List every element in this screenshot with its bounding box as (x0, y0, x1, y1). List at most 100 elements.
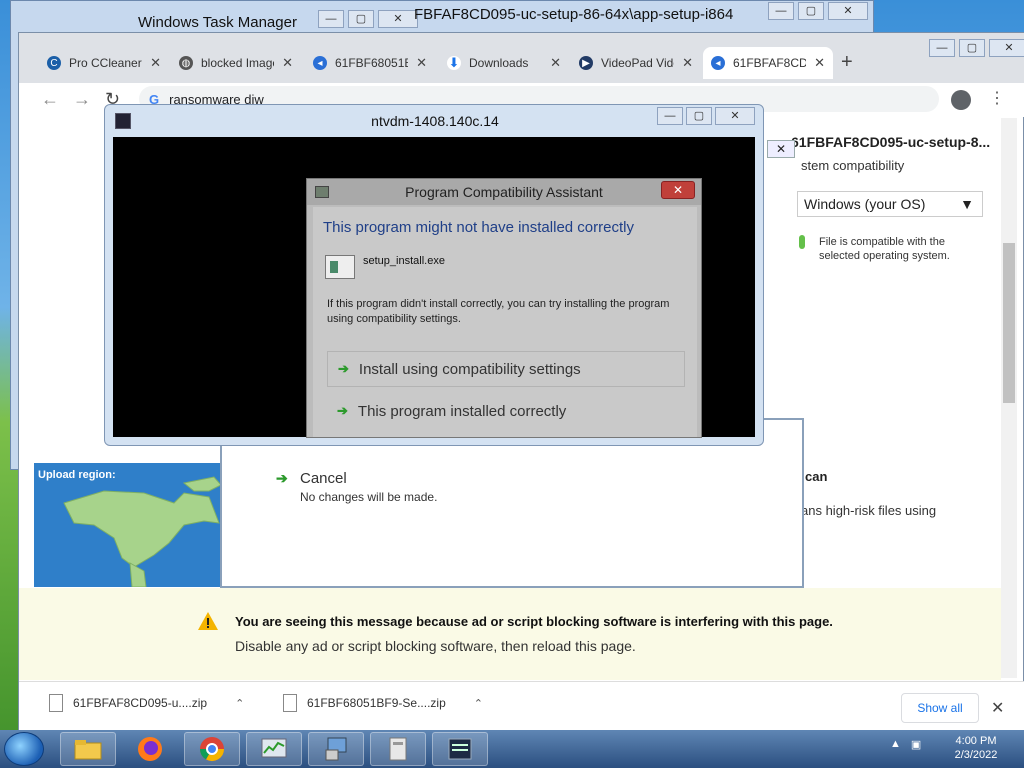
close-icon[interactable]: ✕ (814, 55, 825, 71)
download-icon: ⬇ (447, 55, 461, 70)
status-indicator (799, 235, 805, 249)
taskbar-ntvdm[interactable] (432, 732, 488, 766)
tab-label: 61FBFAF8CD095 (733, 56, 807, 70)
minimize-button[interactable]: — (657, 107, 683, 125)
clock-time: 4:00 PM (955, 735, 997, 747)
tab-ccleaner[interactable]: C Pro CCleaner ✕ (39, 47, 169, 79)
download-filename: 61FBF68051BF9-Se....zip (307, 696, 446, 710)
maximize-button[interactable]: ▢ (959, 39, 985, 57)
menu-icon[interactable]: ⋮ (989, 88, 1005, 108)
task-manager-icon (261, 738, 287, 758)
minimize-button[interactable]: — (929, 39, 955, 57)
close-icon[interactable]: ✕ (550, 55, 561, 71)
tab-label: Downloads (469, 56, 529, 70)
clock-date: 2/3/2022 (954, 749, 998, 761)
file-icon (283, 694, 297, 712)
tray-expand-icon[interactable]: ▲ (890, 738, 901, 751)
taskbar-task-manager[interactable] (246, 732, 302, 766)
forward-button[interactable]: → (73, 89, 91, 110)
pca-heading: This program might not have installed co… (323, 219, 634, 236)
firefox-icon (138, 737, 162, 761)
folder-icon (74, 740, 102, 760)
close-button[interactable]: ✕ (828, 2, 868, 20)
explorer-path-title: FBFAF8CD095-uc-setup-86-64x\app-setup-i8… (414, 6, 734, 23)
minimize-button[interactable]: — (768, 2, 794, 20)
installed-correctly-option[interactable]: ➔ This program installed correctly (327, 393, 685, 429)
close-icon[interactable]: ✕ (416, 55, 427, 71)
close-icon[interactable]: ✕ (282, 55, 293, 71)
new-tab-button[interactable]: + (841, 51, 853, 74)
cancel-option[interactable]: Cancel (300, 470, 347, 487)
network-icon[interactable]: ▣ (911, 738, 921, 751)
close-icon[interactable]: ✕ (682, 55, 693, 71)
taskbar-firefox[interactable] (122, 732, 178, 766)
arrow-icon: ➔ (338, 361, 349, 376)
task-manager-title: Windows Task Manager (138, 14, 297, 31)
taskbar-setup[interactable] (308, 732, 364, 766)
option-label: Install using compatibility settings (358, 360, 581, 378)
download-item[interactable]: 61FBF68051BF9-Se....zip ⌃ (283, 694, 483, 712)
os-select[interactable]: Windows (your OS) ▼ (797, 191, 983, 217)
taskbar-chrome[interactable] (184, 732, 240, 766)
tab-virustotal-active[interactable]: ◂ 61FBFAF8CD095 ✕ (703, 47, 833, 79)
console-icon (448, 738, 472, 760)
file-title: 61FBFAF8CD095-uc-setup-8... (791, 134, 991, 150)
arrow-icon: ➔ (337, 403, 348, 418)
cancel-description: No changes will be made. (300, 490, 438, 504)
taskbar-installer[interactable] (370, 732, 426, 766)
dialog-title: Program Compatibility Assistant (405, 184, 603, 200)
chevron-down-icon: ▼ (960, 196, 974, 212)
map-label: Upload region: (38, 469, 116, 481)
install-compat-option[interactable]: ➔ Install using compatibility settings (327, 351, 685, 387)
profile-avatar[interactable] (951, 90, 971, 110)
tab-videopad[interactable]: ▶ VideoPad Video ✕ (571, 47, 701, 79)
ccleaner-icon: C (47, 56, 61, 70)
installer-icon (389, 737, 407, 761)
close-icon[interactable]: ✕ (991, 698, 1004, 718)
scan-heading-fragment: can (805, 469, 828, 484)
maximize-button[interactable]: ▢ (686, 107, 712, 125)
show-all-button[interactable]: Show all (901, 693, 979, 723)
maximize-button[interactable]: ▢ (798, 2, 824, 20)
program-name: setup_install.exe (363, 255, 445, 267)
system-tray: ▲ ▣ (890, 738, 921, 751)
program-icon (325, 255, 355, 279)
close-button[interactable]: ✕ (378, 10, 418, 28)
close-button[interactable]: ✕ (767, 140, 795, 158)
tab-downloads[interactable]: ⬇ Downloads ✕ (439, 47, 569, 79)
maximize-button[interactable]: ▢ (348, 10, 374, 28)
arrow-icon: ➔ (276, 470, 288, 486)
close-button[interactable]: ✕ (661, 181, 695, 199)
setup-icon (325, 737, 347, 761)
world-map-image (63, 476, 221, 587)
compat-subtitle: stem compatibility (801, 158, 905, 173)
close-button[interactable]: ✕ (715, 107, 755, 125)
taskbar: ▲ ▣ 4:00 PM 2/3/2022 (0, 730, 1024, 768)
explorer-controls: — ▢ ✕ (768, 2, 868, 20)
close-icon[interactable]: ✕ (150, 55, 161, 71)
minimize-button[interactable]: — (318, 10, 344, 28)
close-button[interactable]: ✕ (989, 39, 1024, 57)
adblock-banner: You are seeing this message because ad o… (19, 588, 1001, 680)
ntvdm-controls: — ▢ ✕ (657, 107, 755, 125)
start-button[interactable] (4, 732, 44, 766)
warning-icon (198, 612, 218, 630)
file-icon (49, 694, 63, 712)
pca-dialog: Program Compatibility Assistant ✕ This p… (306, 178, 702, 438)
tab-blocked-image[interactable]: ◍ blocked Image ✕ (171, 47, 301, 79)
scrollbar-thumb[interactable] (1003, 243, 1015, 403)
tab-label: blocked Image (201, 56, 275, 70)
videopad-icon: ▶ (579, 56, 593, 70)
download-item[interactable]: 61FBFAF8CD095-u....zip ⌃ (49, 694, 244, 712)
chevron-up-icon[interactable]: ⌃ (474, 697, 483, 710)
download-filename: 61FBFAF8CD095-u....zip (73, 696, 208, 710)
tab-virustotal-1[interactable]: ◂ 61FBF68051BF9 ✕ (305, 47, 435, 79)
adblock-message: You are seeing this message because ad o… (235, 614, 833, 629)
chevron-up-icon[interactable]: ⌃ (235, 697, 244, 710)
download-shelf: 61FBFAF8CD095-u....zip ⌃ 61FBF68051BF9-S… (19, 681, 1024, 733)
pca-description: If this program didn't install correctly… (327, 298, 670, 325)
taskbar-explorer[interactable] (60, 732, 116, 766)
taskbar-clock[interactable]: 4:00 PM 2/3/2022 (940, 734, 1012, 762)
compat-status-text: File is compatible with the selected ope… (819, 236, 950, 262)
back-button[interactable]: ← (41, 89, 59, 110)
